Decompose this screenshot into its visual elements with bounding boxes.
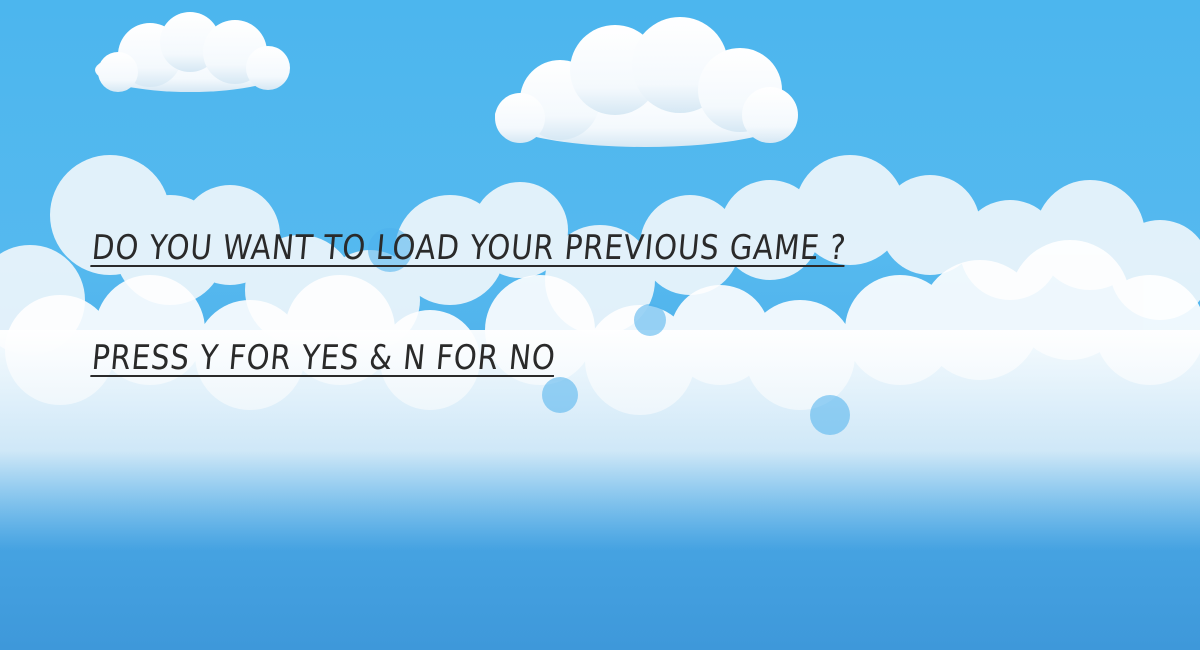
- cloud-top-left: [95, 12, 290, 92]
- load-game-screen: DO YOU WANT TO LOAD YOUR PREVIOUS GAME ?…: [0, 0, 1200, 650]
- key-instructions: PRESS Y FOR YES & N FOR NO: [90, 338, 558, 378]
- load-game-question: DO YOU WANT TO LOAD YOUR PREVIOUS GAME ?: [90, 228, 848, 268]
- cloud-top-center: [495, 17, 798, 147]
- sky-clouds-background: [0, 12, 1200, 550]
